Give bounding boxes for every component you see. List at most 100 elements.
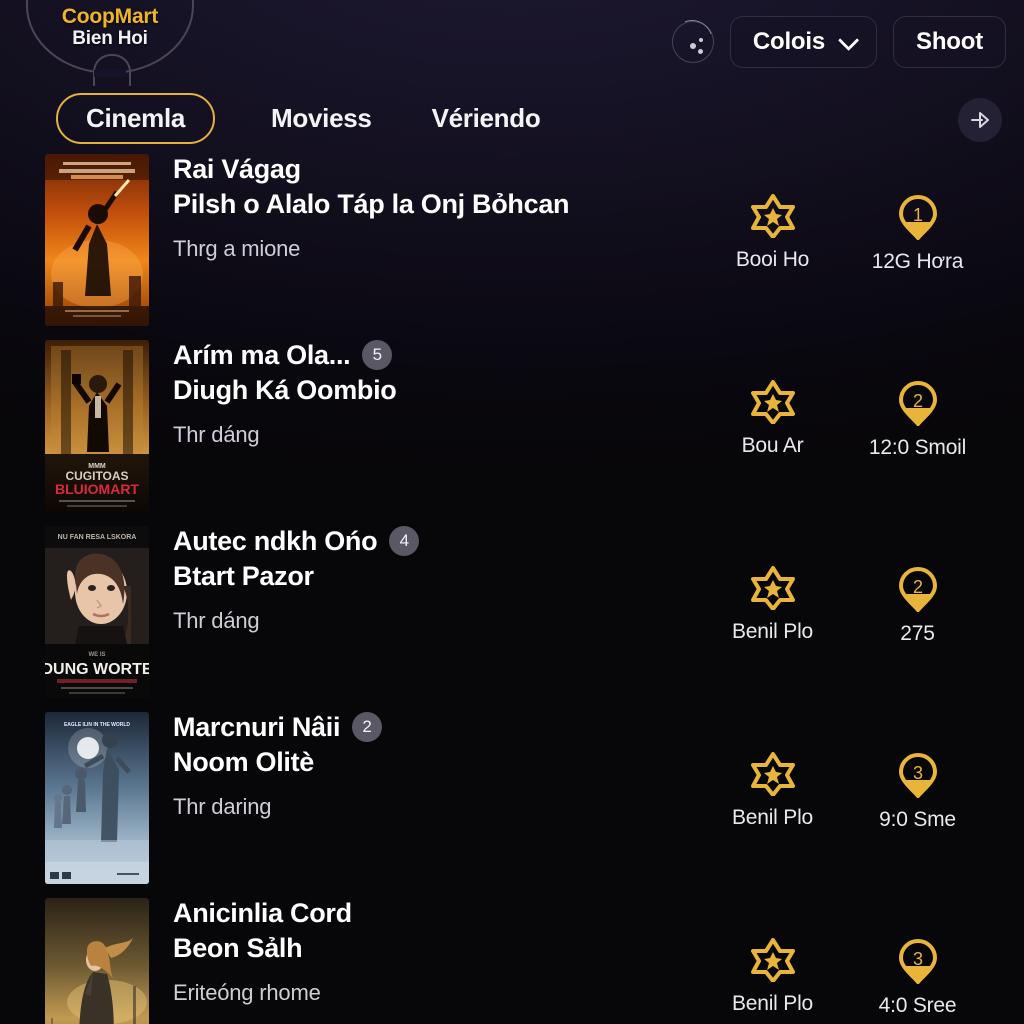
star-badge-group[interactable]: Bou Ar bbox=[700, 380, 845, 460]
poster-thumbnail[interactable] bbox=[45, 898, 149, 1024]
list-item-badges: Benil Plo 3 9:0 Sme bbox=[700, 752, 1000, 832]
send-arrow-button[interactable] bbox=[958, 98, 1002, 142]
brand-logo[interactable]: CoopMart Bien Hoi bbox=[26, 0, 194, 86]
logo-secondary-text: Bien Hoi bbox=[72, 27, 148, 49]
pin-badge-group[interactable]: 1 12G Hơra bbox=[845, 194, 990, 274]
svg-text:EAGLE ILIN IN THE WORLD: EAGLE ILIN IN THE WORLD bbox=[64, 722, 130, 728]
pin-badge-group[interactable]: 2 12:0 Smoil bbox=[845, 380, 990, 460]
list-item-count-badge: 4 bbox=[389, 526, 420, 557]
list-item-subtitle: Beon Sảlh bbox=[173, 932, 303, 963]
star-badge-icon bbox=[750, 194, 796, 238]
colois-dropdown[interactable]: Colois bbox=[729, 16, 878, 68]
pin-number: 3 bbox=[912, 949, 922, 969]
list-item[interactable]: EAGLE ILIN IN THE WORLD Marcnuri Nâii 2 … bbox=[0, 708, 1024, 894]
app-root: CoopMart Bien Hoi Colois Shoot Cinemla M… bbox=[0, 0, 1024, 1024]
pin-badge-label: 12:0 Smoil bbox=[868, 436, 967, 459]
star-badge-label: Booi Ho bbox=[735, 248, 810, 271]
pin-badge-group[interactable]: 3 9:0 Sme bbox=[845, 752, 990, 832]
svg-text:NU FAN RESA LSKORA: NU FAN RESA LSKORA bbox=[58, 534, 137, 541]
logo-notch-mask bbox=[94, 70, 126, 77]
pin-badge-label: 4:0 Sree bbox=[878, 994, 957, 1017]
poster-blue-figures: EAGLE ILIN IN THE WORLD bbox=[45, 712, 149, 884]
shoot-button[interactable]: Shoot bbox=[893, 16, 1006, 68]
list-item[interactable]: NU FAN RESA LSKORA WE IS DUNG WORTE Aute… bbox=[0, 522, 1024, 708]
poster-thumbnail[interactable]: EAGLE ILIN IN THE WORLD bbox=[45, 712, 149, 884]
pin-badge-label: 275 bbox=[900, 622, 935, 645]
pin-number: 2 bbox=[912, 577, 922, 597]
pin-number: 1 bbox=[912, 205, 922, 225]
list-item-badges: Booi Ho 1 12G Hơra bbox=[700, 194, 1000, 274]
send-arrow-icon bbox=[971, 112, 989, 128]
dot-2-icon bbox=[698, 38, 703, 42]
list-item[interactable]: Anicinlia Cord Beon Sảlh Eriteóng rhome … bbox=[0, 894, 1024, 1024]
list-item-count-badge: 2 bbox=[352, 712, 383, 743]
list-item-subtitle: Diugh Ká Oombio bbox=[173, 374, 397, 405]
title-line: Anicinlia Cord bbox=[173, 896, 693, 931]
star-badge-label: Bou Ar bbox=[741, 434, 804, 457]
logo-primary-text: CoopMart bbox=[61, 5, 159, 28]
star-badge-label: Benil Plo bbox=[731, 806, 814, 829]
pin-badge-label: 9:0 Sme bbox=[879, 808, 956, 831]
title-line: Arím ma Ola... 5 bbox=[173, 338, 693, 373]
pin-badge-group[interactable]: 2 275 bbox=[845, 566, 990, 646]
title-line: Rai Vágag bbox=[173, 152, 693, 187]
svg-text:BLUIOMART: BLUIOMART bbox=[55, 481, 139, 497]
list-item-meta: Thr dáng bbox=[173, 422, 260, 448]
poster-field-woman bbox=[45, 898, 149, 1024]
poster-thumbnail[interactable]: NU FAN RESA LSKORA WE IS DUNG WORTE bbox=[45, 526, 149, 698]
pin-badge-group[interactable]: 3 4:0 Sree bbox=[845, 938, 990, 1018]
movie-list: Rai Vágag Pilsh o Alalo Táp la Onj Bỏhca… bbox=[0, 150, 1024, 1024]
tab-veriendo-label: Vériendo bbox=[431, 102, 541, 133]
logo-text-group: CoopMart Bien Hoi bbox=[26, 5, 194, 49]
list-item-title: Marcnuri Nâii bbox=[173, 712, 341, 742]
pin-badge-label: 12G Hơra bbox=[871, 250, 964, 273]
tab-moviess-label: Moviess bbox=[271, 102, 372, 133]
chevron-down-icon bbox=[838, 29, 860, 51]
list-item-badges: Benil Plo 2 275 bbox=[700, 566, 1000, 646]
star-badge-icon bbox=[750, 752, 796, 796]
list-item-text: Arím ma Ola... 5 Diugh Ká Oombio Thr dán… bbox=[173, 338, 693, 448]
list-item-meta: Thr daring bbox=[173, 794, 272, 820]
shoot-button-label: Shoot bbox=[916, 28, 983, 55]
tab-moviess[interactable]: Moviess bbox=[267, 103, 376, 134]
poster-thumbnail[interactable]: MMM CUGITOAS BLUIOMART bbox=[45, 340, 149, 512]
star-badge-label: Benil Plo bbox=[731, 620, 814, 643]
map-pin-icon: 3 bbox=[895, 938, 941, 984]
dot-1-icon bbox=[689, 43, 696, 49]
map-pin-icon: 3 bbox=[895, 752, 941, 798]
star-badge-icon bbox=[750, 566, 796, 610]
tab-cinemla-label: Cinemla bbox=[86, 102, 186, 133]
colois-dropdown-label: Colois bbox=[752, 28, 826, 55]
activity-circle-icon[interactable] bbox=[663, 13, 720, 69]
tab-veriendo[interactable]: Vériendo bbox=[428, 103, 545, 134]
poster-thumbnail[interactable] bbox=[45, 154, 149, 326]
list-item-text: Rai Vágag Pilsh o Alalo Táp la Onj Bỏhca… bbox=[173, 152, 693, 262]
star-badge-group[interactable]: Benil Plo bbox=[700, 938, 845, 1018]
list-item-title: Arím ma Ola... bbox=[173, 340, 351, 370]
star-badge-group[interactable]: Benil Plo bbox=[700, 752, 845, 832]
list-item-subtitle: Btart Pazor bbox=[173, 560, 314, 591]
poster-red-suit: MMM CUGITOAS BLUIOMART bbox=[45, 340, 149, 512]
tab-cinemla[interactable]: Cinemla bbox=[56, 92, 216, 144]
svg-text:DUNG WORTE: DUNG WORTE bbox=[45, 661, 149, 678]
svg-text:WE IS: WE IS bbox=[88, 652, 105, 658]
title-line: Autec ndkh Ońo 4 bbox=[173, 524, 693, 559]
list-item-meta: Eriteóng rhome bbox=[173, 980, 321, 1006]
list-item[interactable]: Rai Vágag Pilsh o Alalo Táp la Onj Bỏhca… bbox=[0, 150, 1024, 336]
poster-orange-figure bbox=[45, 154, 149, 326]
list-item-count-badge: 5 bbox=[362, 340, 393, 371]
list-item[interactable]: MMM CUGITOAS BLUIOMART Arím ma Ola... 5 … bbox=[0, 336, 1024, 522]
star-badge-icon bbox=[750, 938, 796, 982]
star-badge-group[interactable]: Benil Plo bbox=[700, 566, 845, 646]
list-item-meta: Thrg a mione bbox=[173, 236, 301, 262]
star-badge-group[interactable]: Booi Ho bbox=[700, 194, 845, 274]
list-item-title: Rai Vágag bbox=[173, 154, 301, 184]
list-item-subtitle: Pilsh o Alalo Táp la Onj Bỏhcan bbox=[173, 188, 570, 219]
tab-bar: Cinemla Moviess Vériendo bbox=[0, 90, 1024, 146]
title-line: Marcnuri Nâii 2 bbox=[173, 710, 693, 745]
list-item-subtitle: Noom Olitè bbox=[173, 746, 315, 777]
list-item-badges: Bou Ar 2 12:0 Smoil bbox=[700, 380, 1000, 460]
list-item-badges: Benil Plo 3 4:0 Sree bbox=[700, 938, 1000, 1018]
arc-decoration bbox=[663, 13, 720, 69]
list-item-text: Anicinlia Cord Beon Sảlh Eriteóng rhome bbox=[173, 896, 693, 1006]
